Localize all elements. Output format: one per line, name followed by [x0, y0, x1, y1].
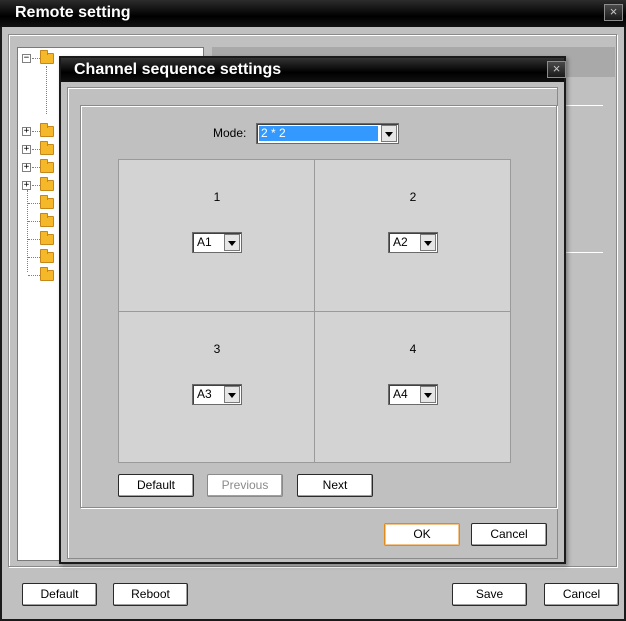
tree-item[interactable] [22, 231, 58, 247]
channel-value: A2 [393, 235, 408, 249]
tree-item[interactable] [22, 213, 58, 229]
dialog-title: Channel sequence settings [74, 61, 282, 78]
window-close-icon[interactable]: × [604, 4, 623, 21]
tree-expand-icon[interactable]: + [22, 163, 31, 172]
folder-icon [40, 267, 54, 281]
tree-expand-icon[interactable]: + [22, 145, 31, 154]
channel-cell-1: 1 A1 [119, 160, 315, 312]
separator [566, 105, 603, 106]
channel-grid: 1 A1 2 A2 3 A3 4 A4 [118, 159, 511, 463]
tree-item[interactable] [22, 195, 58, 211]
previous-button[interactable]: Previous [207, 474, 283, 497]
outer-default-button[interactable]: Default [22, 583, 97, 606]
chevron-down-icon[interactable] [420, 234, 436, 251]
chevron-down-icon[interactable] [420, 386, 436, 403]
cell-number: 1 [213, 190, 221, 204]
channel-select-2[interactable]: A2 [388, 232, 438, 253]
tree-item[interactable]: + [22, 159, 58, 175]
tree-item[interactable] [22, 267, 58, 283]
folder-icon [40, 213, 54, 227]
channel-value: A1 [197, 235, 212, 249]
mode-select[interactable]: 2 * 2 [256, 123, 399, 144]
folder-icon [40, 195, 54, 209]
window-title: Remote setting [15, 4, 131, 21]
tree-guide-line [46, 66, 47, 114]
dialog-close-icon[interactable]: × [547, 61, 566, 78]
folder-icon [40, 159, 54, 173]
tree-collapse-icon[interactable]: − [22, 54, 31, 63]
outer-cancel-button[interactable]: Cancel [544, 583, 619, 606]
channel-value: A3 [197, 387, 212, 401]
folder-icon [40, 249, 54, 263]
channel-cell-3: 3 A3 [119, 312, 315, 464]
folder-icon [40, 231, 54, 245]
folder-icon [40, 141, 54, 155]
reboot-button[interactable]: Reboot [113, 583, 188, 606]
cell-number: 4 [409, 342, 417, 356]
dialog-title-bar: Channel sequence settings [61, 58, 564, 82]
tree-item[interactable]: + [22, 141, 58, 157]
tree-expand-icon[interactable]: + [22, 181, 31, 190]
mode-label: Mode: [213, 126, 247, 140]
channel-cell-2: 2 A2 [315, 160, 511, 312]
separator [566, 252, 603, 253]
mode-value: 2 * 2 [259, 126, 378, 141]
channel-cell-4: 4 A4 [315, 312, 511, 464]
save-button[interactable]: Save [452, 583, 527, 606]
dialog-default-button[interactable]: Default [118, 474, 194, 497]
channel-select-1[interactable]: A1 [192, 232, 242, 253]
folder-icon [40, 50, 54, 64]
channel-value: A4 [393, 387, 408, 401]
tree-item-device-parameter[interactable]: − [22, 50, 58, 66]
tree-item[interactable] [22, 249, 58, 265]
ok-button[interactable]: OK [384, 523, 460, 546]
cell-number: 3 [213, 342, 221, 356]
next-button[interactable]: Next [297, 474, 373, 497]
tree-expand-icon[interactable]: + [22, 127, 31, 136]
chevron-down-icon[interactable] [224, 386, 240, 403]
channel-select-4[interactable]: A4 [388, 384, 438, 405]
chevron-down-icon[interactable] [381, 125, 397, 142]
cell-number: 2 [409, 190, 417, 204]
channel-select-3[interactable]: A3 [192, 384, 242, 405]
folder-icon [40, 177, 54, 191]
window-title-bar: Remote setting [0, 0, 626, 27]
tree-item[interactable]: + [22, 123, 58, 139]
folder-icon [40, 123, 54, 137]
dialog-cancel-button[interactable]: Cancel [471, 523, 547, 546]
chevron-down-icon[interactable] [224, 234, 240, 251]
channel-sequence-dialog: Channel sequence settings × Mode: 2 * 2 … [59, 56, 566, 564]
